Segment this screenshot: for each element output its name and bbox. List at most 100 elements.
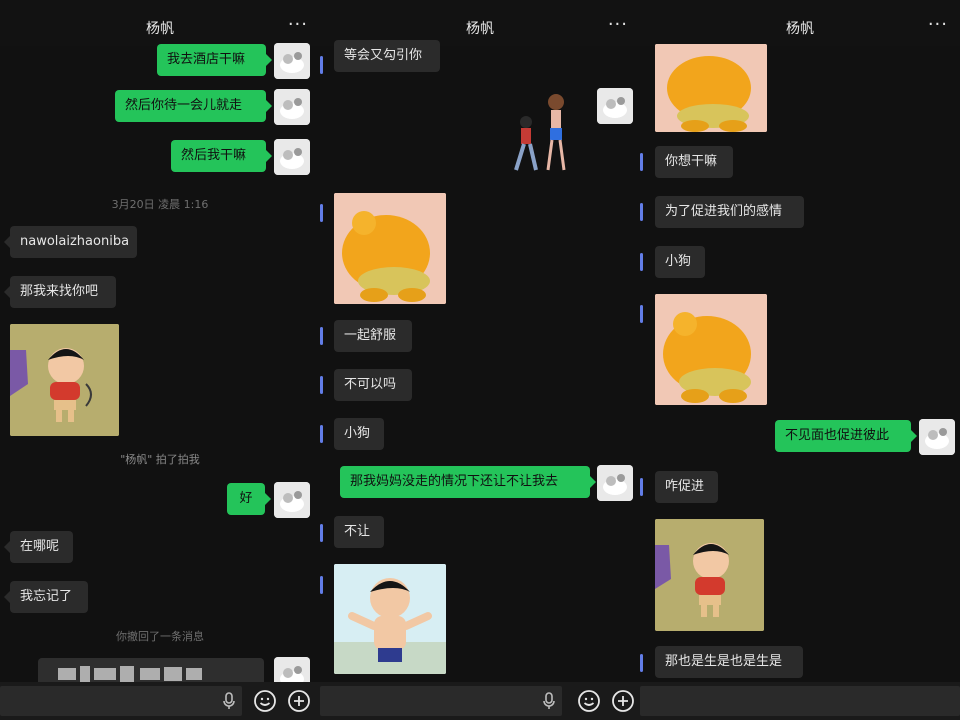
sender-marker [640,654,643,672]
message-text: 我忘记了 [20,589,73,604]
sender-marker [320,524,323,542]
avatar-image [274,482,310,518]
message-input[interactable] [640,686,960,716]
message-text: 一起舒服 [344,328,397,343]
message-text: 不让 [344,524,371,539]
recall-notice: 你撤回了一条消息 [116,630,204,643]
emoji-icon[interactable] [253,689,277,713]
couple-sticker-image [514,94,566,171]
incoming-message[interactable]: 为了促进我们的感情 [655,196,804,228]
message-text: 等会又勾引你 [344,48,423,63]
sticker-image[interactable] [334,564,446,674]
message-text: 在哪呢 [20,539,60,554]
incoming-message[interactable]: 在哪呢 [10,531,73,563]
sticker-image[interactable] [655,44,767,132]
crayon-shin-chan-sticker [655,519,764,631]
mic-icon[interactable] [542,692,556,710]
self-avatar[interactable] [597,465,633,501]
incoming-message[interactable]: 那也是生是也是生是 [655,646,803,678]
self-avatar[interactable] [274,139,310,175]
self-avatar[interactable] [597,88,633,124]
avatar-image [274,89,310,125]
pat-notice: "杨帆" 拍了拍我 [120,453,200,466]
avatar-image [274,139,310,175]
outgoing-message[interactable]: 那我妈妈没走的情况下还让不让我去 [340,466,590,498]
message-text: 小狗 [344,426,371,441]
sticker-image[interactable] [655,519,764,631]
self-avatar[interactable] [274,89,310,125]
message-input[interactable] [320,686,562,716]
sender-marker [320,376,323,394]
sticker-image[interactable] [655,294,767,405]
avatar-image [597,88,633,124]
message-text: 我去酒店干嘛 [167,52,246,67]
chat-panel-3: 杨帆 ··· 你想干嘛 为了促进我们的感情 小狗 不见面也促进彼此 咋促进 那也… [640,0,960,720]
avatar-image [597,465,633,501]
input-bar [640,682,960,720]
outgoing-message[interactable]: 好 [227,483,265,515]
message-text: 小狗 [665,254,692,269]
self-avatar[interactable] [919,419,955,455]
incoming-message[interactable]: 小狗 [334,418,384,450]
message-text: 然后我干嘛 [181,148,247,163]
message-text: 好 [239,491,253,506]
outgoing-message[interactable]: 不见面也促进彼此 [775,420,911,452]
plus-icon[interactable] [611,689,635,713]
couple-sticker[interactable] [508,92,580,176]
sender-marker [320,576,323,594]
crayon-shin-chan-sticker [10,324,119,436]
input-bar [320,682,640,720]
incoming-message[interactable]: 不可以吗 [334,369,412,401]
incoming-message[interactable]: nawolaizhaoniba [10,226,137,258]
sender-marker [640,203,643,221]
outgoing-message[interactable]: 然后你待一会儿就走 [115,90,266,122]
plus-icon[interactable] [287,689,311,713]
mic-icon[interactable] [222,692,236,710]
sender-marker [320,425,323,443]
timestamp: 3月20日 凌晨 1:16 [111,198,209,211]
avatar-image [919,419,955,455]
orange-plush-sticker [334,193,446,304]
message-text: 那我妈妈没走的情况下还让不让我去 [350,474,559,489]
orange-plush-sticker [655,44,767,132]
message-text: 那我来找你吧 [20,284,99,299]
sender-marker [640,253,643,271]
incoming-message[interactable]: 小狗 [655,246,705,278]
avatar-image [274,43,310,79]
input-bar [0,682,320,720]
sender-marker [320,56,323,74]
chat-panel-1: 杨帆 ··· 我去酒店干嘛 然后你待一会儿就走 然后我干嘛 3月20日 凌晨 1… [0,0,320,720]
message-input[interactable] [0,686,242,716]
message-text: 不可以吗 [344,377,397,392]
sticker-image[interactable] [10,324,119,436]
contact-name: 杨帆 [786,21,814,37]
emoji-icon[interactable] [577,689,601,713]
incoming-message[interactable]: 那我来找你吧 [10,276,116,308]
incoming-message[interactable]: 你想干嘛 [655,146,733,178]
orange-plush-sticker [655,294,767,405]
more-icon[interactable]: ··· [288,14,308,35]
message-text: 不见面也促进彼此 [785,428,890,443]
self-avatar[interactable] [274,43,310,79]
message-text: 为了促进我们的感情 [665,204,783,219]
sender-marker [320,204,323,222]
incoming-message[interactable]: 等会又勾引你 [334,40,440,72]
chat-panel-2: 杨帆 ··· 等会又勾引你 一起舒服 不可以吗 小狗 那我妈妈没走的情况下还让不… [320,0,640,720]
more-icon[interactable]: ··· [608,14,628,35]
chat-header: 杨帆 ··· [0,0,320,46]
outgoing-message[interactable]: 我去酒店干嘛 [157,44,266,76]
message-text: 那也是生是也是生是 [665,654,783,669]
sender-marker [320,327,323,345]
chat-header: 杨帆 ··· [640,0,960,46]
message-text: 然后你待一会儿就走 [125,98,243,113]
self-avatar[interactable] [274,482,310,518]
incoming-message[interactable]: 一起舒服 [334,320,412,352]
contact-name: 杨帆 [146,21,174,37]
incoming-message[interactable]: 不让 [334,516,384,548]
outgoing-message[interactable]: 然后我干嘛 [171,140,266,172]
incoming-message[interactable]: 我忘记了 [10,581,88,613]
incoming-message[interactable]: 咋促进 [655,471,718,503]
contact-name: 杨帆 [466,21,494,37]
sticker-image[interactable] [334,193,446,304]
more-icon[interactable]: ··· [928,14,948,35]
